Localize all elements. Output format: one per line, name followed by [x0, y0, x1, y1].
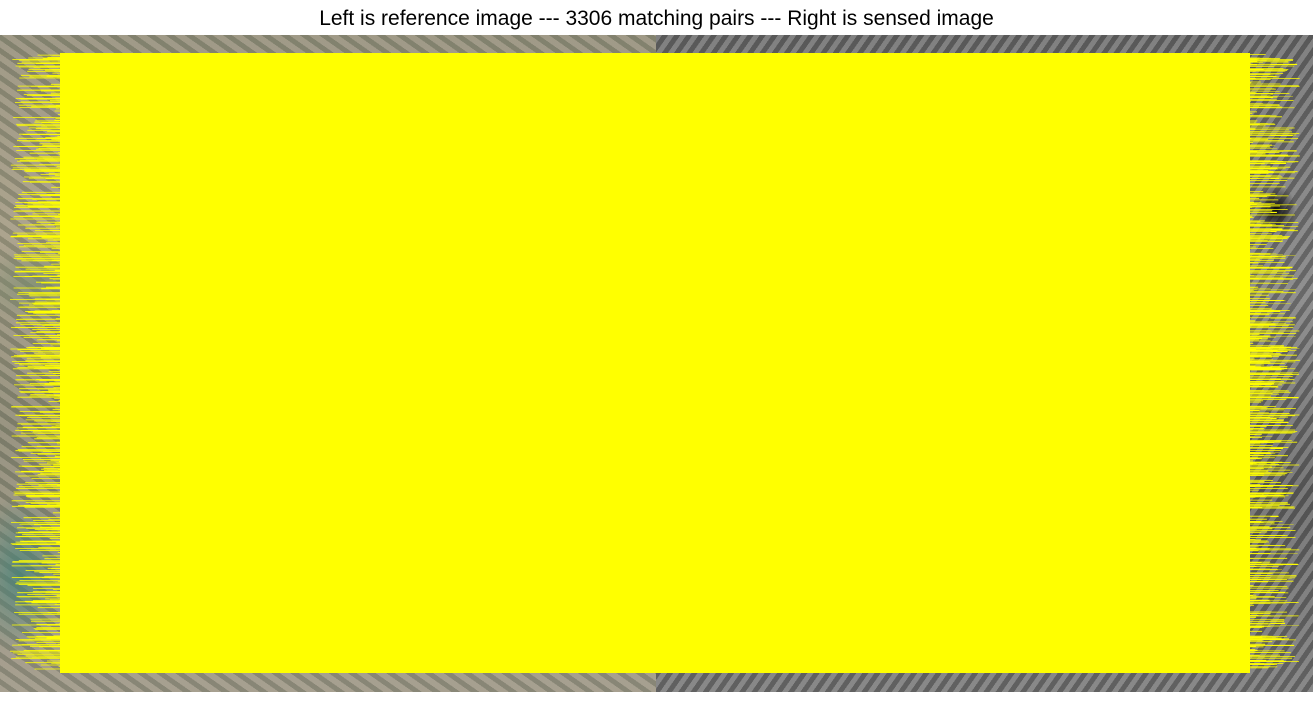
- match-line: [41, 282, 1250, 284]
- match-line: [19, 354, 1272, 357]
- match-line: [69, 198, 1275, 201]
- match-line: [42, 555, 1248, 557]
- match-line: [26, 95, 1294, 97]
- match-line: [40, 359, 1300, 362]
- match-line: [18, 475, 1264, 477]
- matching-lines-overlay: [9, 53, 1300, 673]
- match-line: [42, 232, 1272, 235]
- match-line: [47, 383, 1273, 386]
- match-line: [59, 262, 1248, 264]
